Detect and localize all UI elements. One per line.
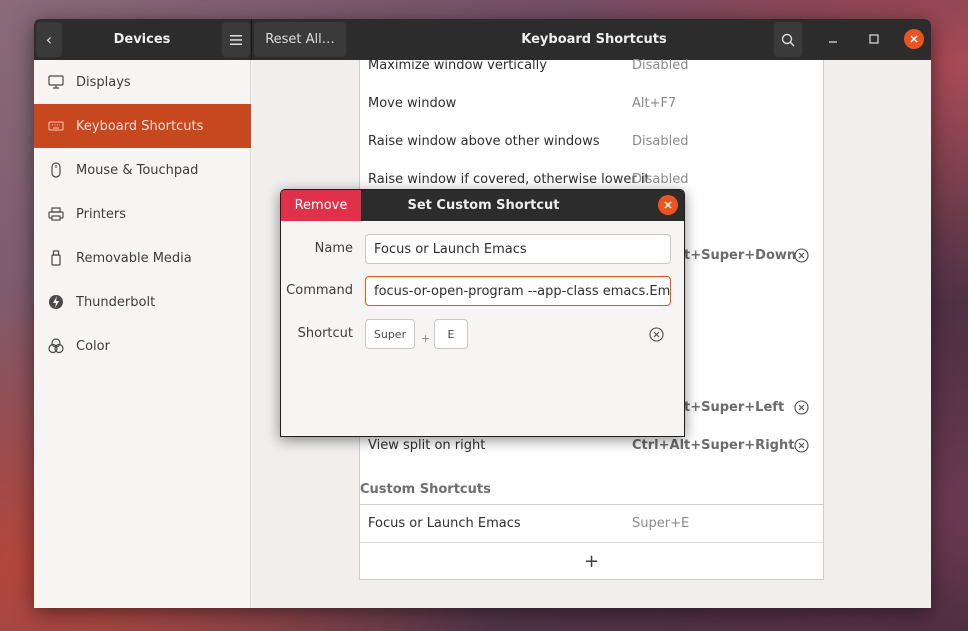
back-button[interactable]: ‹ <box>36 22 62 57</box>
printer-icon <box>46 204 66 224</box>
sidebar-title: Devices <box>113 32 171 47</box>
mouse-icon <box>46 160 66 180</box>
sidebar-item-displays[interactable]: Displays <box>34 60 251 104</box>
remove-button[interactable]: Remove <box>281 190 361 221</box>
sidebar-item-removable-media[interactable]: Removable Media <box>34 236 251 280</box>
clear-circle-icon <box>649 327 664 342</box>
shortcut-label: Raise window if covered, otherwise lower… <box>368 171 650 187</box>
sidebar-item-label: Color <box>76 338 110 354</box>
sidebar-item-label: Keyboard Shortcuts <box>76 118 204 134</box>
set-custom-shortcut-dialog: Remove Set Custom Shortcut Name Focus or… <box>280 189 685 437</box>
sidebar-item-mouse-touchpad[interactable]: Mouse & Touchpad <box>34 148 251 192</box>
shortcut-accel: Disabled <box>632 57 689 73</box>
clear-circle-icon <box>793 399 809 415</box>
key-separator: + <box>421 332 431 345</box>
shortcut-accel: Disabled <box>632 171 689 187</box>
display-icon <box>46 72 66 92</box>
sidebar-item-color[interactable]: Color <box>34 324 251 368</box>
chevron-left-icon: ‹ <box>45 30 53 49</box>
sidebar-item-thunderbolt[interactable]: Thunderbolt <box>34 280 251 324</box>
add-shortcut-button[interactable]: + <box>360 543 823 579</box>
shortcut-label: Move window <box>368 95 457 111</box>
shortcut-key-e[interactable]: E <box>434 319 468 349</box>
close-icon <box>910 35 918 43</box>
reset-shortcut-button[interactable] <box>793 247 809 263</box>
sidebar-item-label: Removable Media <box>76 250 192 266</box>
sidebar-item-label: Printers <box>76 206 127 222</box>
menu-button[interactable] <box>222 22 250 57</box>
shortcut-label: Raise window above other windows <box>368 133 600 149</box>
dialog-headerbar: Remove Set Custom Shortcut <box>281 190 684 221</box>
shortcut-row[interactable]: Move window Alt+F7 <box>360 84 823 122</box>
sidebar: Displays Keyboard Shortcuts Mouse & Touc… <box>34 60 251 608</box>
shortcut-accel: Super+E <box>632 516 690 531</box>
close-button[interactable] <box>904 29 924 49</box>
hamburger-menu-icon <box>230 34 242 45</box>
sidebar-item-label: Displays <box>76 74 131 90</box>
shortcut-key-super[interactable]: Super <box>365 319 415 349</box>
shortcut-label: Focus or Launch Emacs <box>368 516 521 531</box>
name-label: Name <box>314 241 353 256</box>
plus-icon: + <box>583 550 600 572</box>
shortcut-label: Shortcut <box>297 326 353 341</box>
command-label: Command <box>286 283 353 298</box>
close-icon <box>664 201 672 209</box>
reset-all-button[interactable]: Reset All… <box>254 22 346 57</box>
shortcut-row[interactable]: Maximize window vertically Disabled <box>360 46 823 84</box>
maximize-button[interactable] <box>865 30 883 48</box>
shortcut-label: View split on right <box>368 437 486 453</box>
thunderbolt-icon <box>46 292 66 312</box>
command-field[interactable]: focus-or-open-program --app-class emacs.… <box>365 276 671 306</box>
shortcut-accel: Disabled <box>632 133 689 149</box>
clear-circle-icon <box>793 437 809 453</box>
clear-shortcut-button[interactable] <box>649 327 664 342</box>
dialog-title: Set Custom Shortcut <box>407 198 560 213</box>
shortcut-accel: Alt+F7 <box>632 95 677 111</box>
minimize-button[interactable] <box>824 30 842 48</box>
clear-circle-icon <box>793 247 809 263</box>
search-icon <box>781 33 795 46</box>
sidebar-item-label: Mouse & Touchpad <box>76 162 199 178</box>
sidebar-item-printers[interactable]: Printers <box>34 192 251 236</box>
custom-shortcut-row[interactable]: Focus or Launch Emacs Super+E <box>360 505 823 543</box>
dialog-close-button[interactable] <box>658 195 678 215</box>
reset-shortcut-button[interactable] <box>793 437 809 453</box>
shortcut-row[interactable]: Raise window above other windows Disable… <box>360 122 823 160</box>
sidebar-item-label: Thunderbolt <box>76 294 156 310</box>
custom-shortcuts-list: Focus or Launch Emacs Super+E + <box>359 504 824 580</box>
headerbar-separator <box>251 19 252 60</box>
color-icon <box>46 336 66 356</box>
keyboard-icon <box>46 116 66 136</box>
sidebar-item-keyboard-shortcuts[interactable]: Keyboard Shortcuts <box>34 104 251 148</box>
maximize-icon <box>869 34 879 44</box>
reset-shortcut-button[interactable] <box>793 399 809 415</box>
usb-drive-icon <box>46 248 66 268</box>
minimize-icon <box>829 41 837 43</box>
custom-shortcuts-heading: Custom Shortcuts <box>360 482 491 497</box>
shortcut-accel: Ctrl+Alt+Super+Right <box>632 437 795 453</box>
shortcut-label: Maximize window vertically <box>368 57 547 73</box>
name-field[interactable]: Focus or Launch Emacs <box>365 234 671 264</box>
